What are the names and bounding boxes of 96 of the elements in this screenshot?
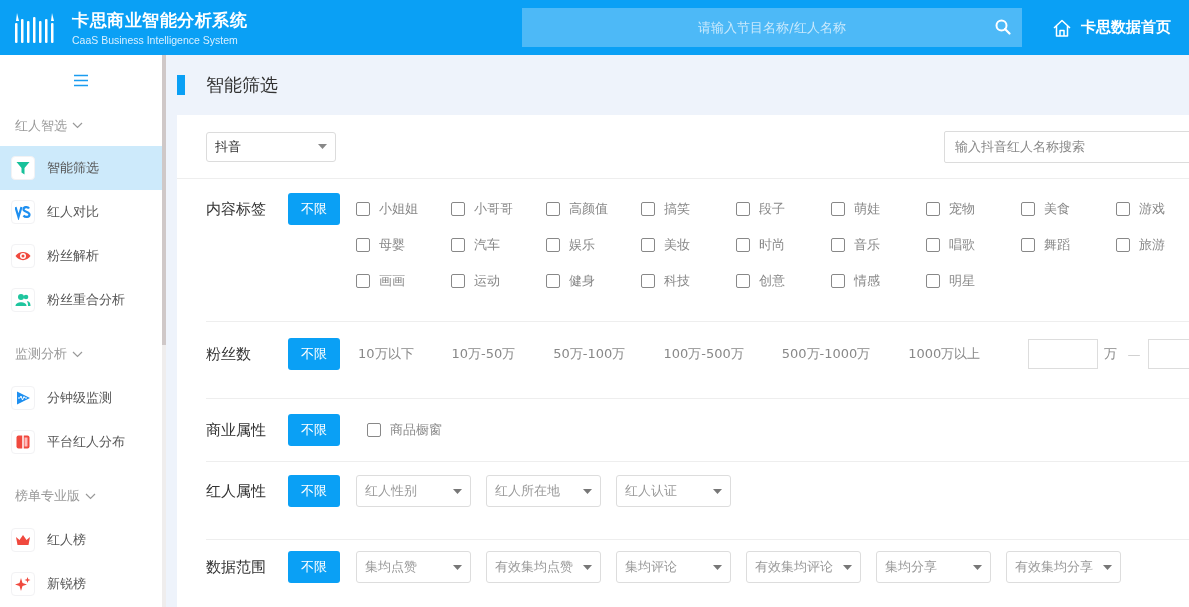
filter-label: 红人属性 [206,481,267,502]
users-icon [15,292,31,308]
funnel-icon [15,160,31,176]
tag-checkbox[interactable]: 时尚 [736,229,831,261]
system-subtitle: CaaS Business Intelligence System [72,34,239,46]
tag-checkbox[interactable]: 段子 [736,193,831,225]
unlimited-button[interactable]: 不限 [288,338,340,370]
sidebar-item[interactable]: 红人对比 [0,190,162,234]
fan-range-option[interactable]: 10万-50万 [449,345,518,363]
tag-checkbox[interactable]: 汽车 [451,229,546,261]
fan-range-option[interactable]: 100万-500万 [661,345,746,363]
sidebar-item[interactable]: 平台红人分布 [0,420,162,464]
sidebar-item[interactable]: 分钟级监测 [0,376,162,420]
caret-icon [318,144,327,149]
caret-icon [453,488,462,494]
filter-label: 数据范围 [206,557,267,578]
play-wave-icon [15,390,31,406]
unit-label: 万 [1104,345,1118,363]
caret-icon [973,564,982,570]
sidebar-group-heading[interactable]: 红人智选 [0,105,162,146]
title-marker [177,75,185,95]
tag-checkbox[interactable]: 商品橱窗 [367,414,462,446]
tag-checkbox[interactable]: 音乐 [831,229,926,261]
tag-checkbox[interactable]: 美食 [1021,193,1116,225]
tag-checkbox[interactable]: 舞蹈 [1021,229,1116,261]
filter-label: 粉丝数 [206,344,252,365]
sidebar-item[interactable]: 粉丝解析 [0,234,162,278]
tag-checkbox[interactable]: 画画 [356,265,451,297]
chevron-icon[interactable] [72,122,83,129]
sidebar-item[interactable]: 红人榜 [0,518,162,562]
filter-label: 内容标签 [206,199,267,220]
dropdown-select[interactable]: 红人认证 [616,475,731,507]
dropdown-select[interactable]: 集均评论 [616,551,731,583]
chevron-icon[interactable] [72,350,83,358]
tag-checkbox[interactable]: 小哥哥 [451,193,546,225]
sidebar-item[interactable]: 新锐榜 [0,562,162,606]
unlimited-button[interactable]: 不限 [288,414,340,446]
dropdown-select[interactable]: 集均点赞 [356,551,471,583]
tag-checkbox[interactable]: 科技 [641,265,736,297]
caret-icon [453,564,462,570]
tag-checkbox[interactable]: 母婴 [356,229,451,261]
name-search-field[interactable]: 输入抖音红人名称搜索 [944,130,1189,163]
dropdown-select[interactable]: 有效集均点赞 [486,551,601,583]
tag-checkbox[interactable]: 高颜值 [546,193,641,225]
fan-range-option[interactable]: 1000万以上 [906,345,983,363]
tag-checkbox[interactable]: 运动 [451,265,546,297]
caret-icon [583,488,592,494]
dropdown-select[interactable]: 集均分享 [876,551,991,583]
sparkle-icon [15,576,31,592]
search-field[interactable]: 请输入节目名称/红人名称 [522,8,1022,47]
dropdown-select[interactable]: 红人所在地 [486,475,601,507]
dropdown-select[interactable]: 有效集均分享 [1006,551,1121,583]
tag-checkbox[interactable]: 娱乐 [546,229,641,261]
caret-icon [843,564,852,570]
tag-checkbox[interactable]: 唱歌 [926,229,1021,261]
platform-select[interactable]: 抖音 [206,131,336,162]
tag-checkbox[interactable]: 创意 [736,265,831,297]
filter-label: 商业属性 [206,420,267,441]
chevron-icon[interactable] [85,492,96,500]
unlimited-button[interactable]: 不限 [288,551,340,583]
tag-checkbox[interactable]: 明星 [926,265,1021,297]
tag-checkbox[interactable]: 宠物 [926,193,1021,225]
tag-checkbox[interactable]: 游戏 [1116,193,1189,225]
sidebar-group-heading[interactable]: 监测分析 [0,332,162,376]
fan-range-option[interactable]: 500万-1000万 [779,345,873,363]
page-title: 智能筛选 [206,73,278,97]
dropdown-select[interactable]: 有效集均评论 [746,551,861,583]
search-icon[interactable] [995,19,1011,35]
tag-checkbox[interactable]: 搞笑 [641,193,736,225]
home-icon[interactable] [1052,17,1072,38]
unlimited-button[interactable]: 不限 [288,193,340,225]
fan-range-option[interactable]: 10万以下 [356,345,416,363]
fan-range-option[interactable]: 50万-100万 [551,345,628,363]
min-input-field[interactable] [1028,339,1099,369]
range-separator: — [1127,346,1141,362]
unlimited-button[interactable]: 不限 [288,475,340,507]
scrollbar-thumb[interactable] [162,55,166,345]
caret-icon [1103,564,1112,570]
sidebar-item[interactable]: 粉丝重合分析 [0,278,162,322]
tag-checkbox[interactable]: 萌娃 [831,193,926,225]
versus-icon [15,204,31,220]
system-title: 卡思商业智能分析系统 [72,9,247,32]
caret-icon [713,488,722,494]
caret-icon [713,564,722,570]
tag-checkbox[interactable]: 情感 [831,265,926,297]
tag-checkbox[interactable]: 小姐姐 [356,193,451,225]
sidebar-group-heading[interactable]: 榜单专业版 [0,474,162,518]
sidebar-item[interactable]: 智能筛选 [0,146,162,190]
home-link[interactable]: 卡思数据首页 [1022,17,1189,38]
split-panel-icon [15,434,31,450]
menu-icon[interactable] [73,73,89,87]
tag-checkbox[interactable]: 旅游 [1116,229,1189,261]
tag-checkbox[interactable]: 美妆 [641,229,736,261]
caret-icon [583,564,592,570]
tag-checkbox[interactable]: 健身 [546,265,641,297]
dropdown-select[interactable]: 红人性别 [356,475,471,507]
